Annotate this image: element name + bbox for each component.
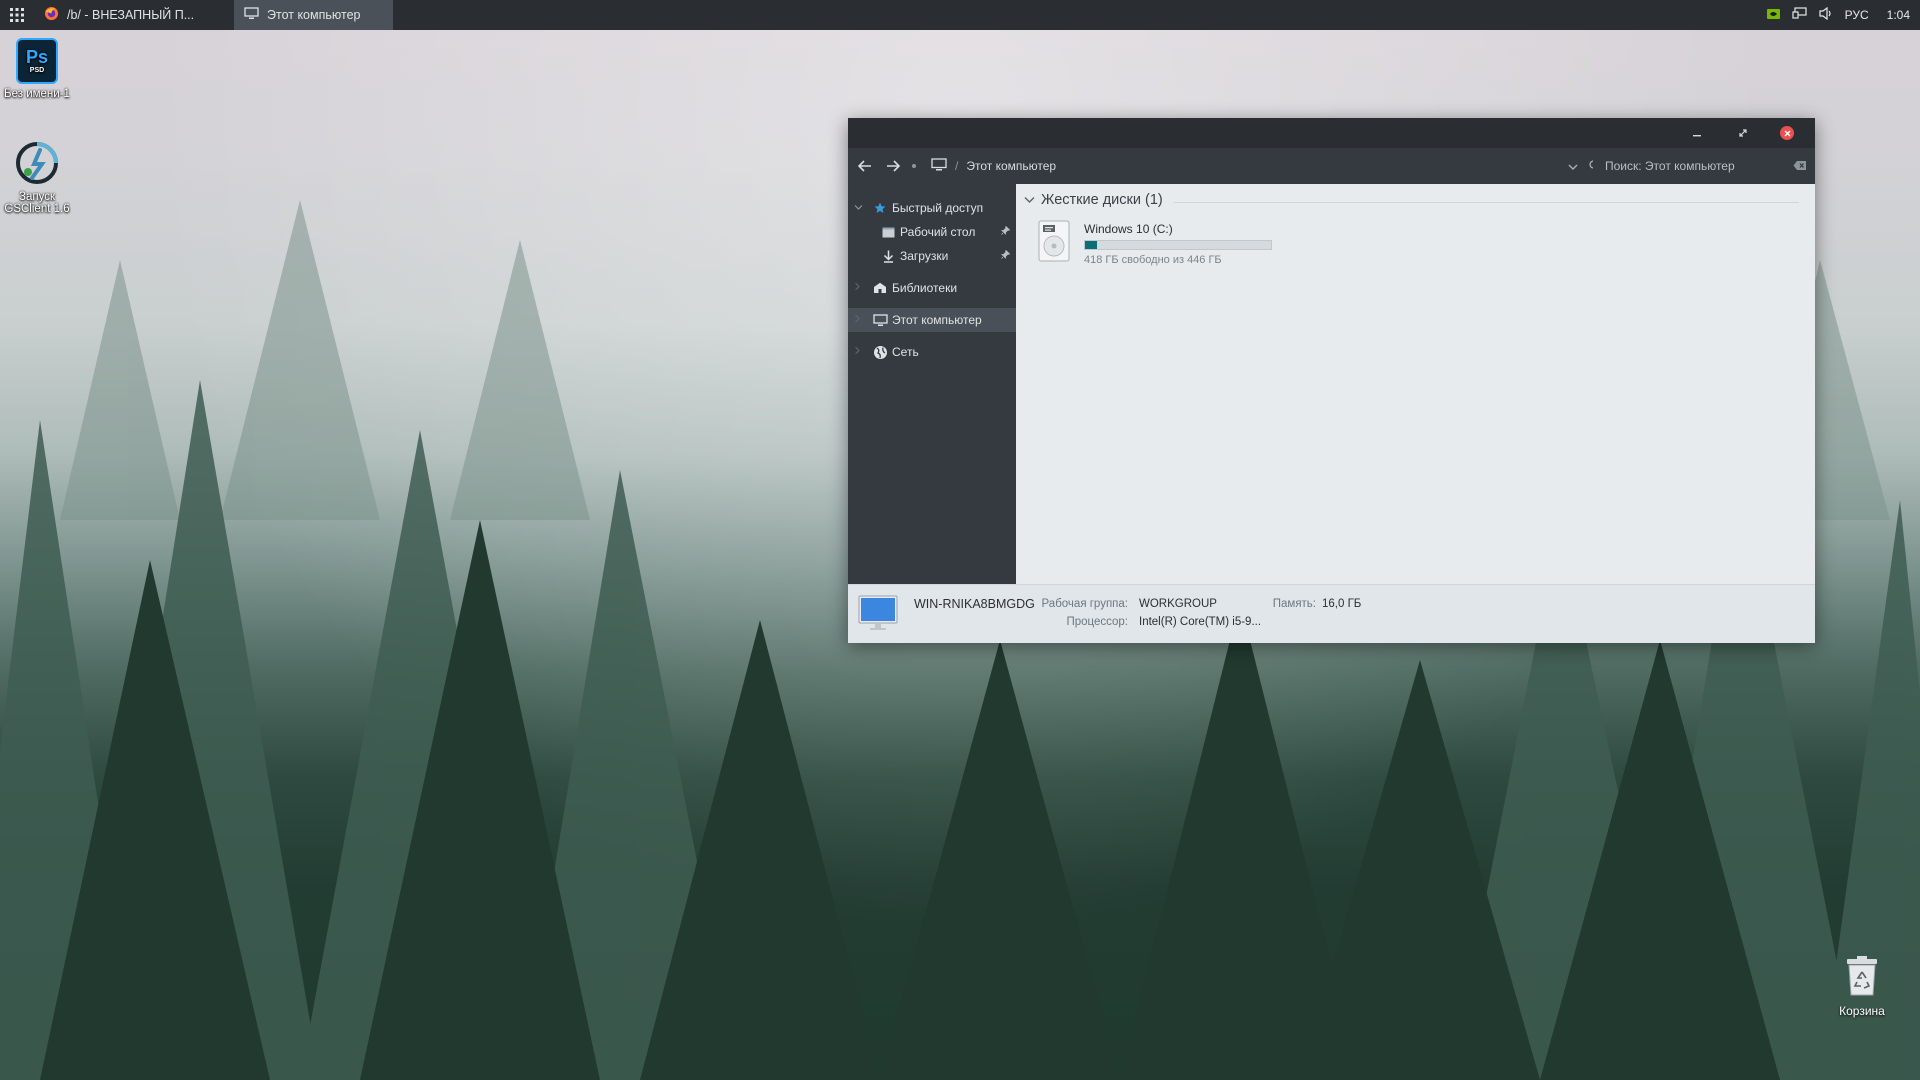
group-divider <box>1174 202 1799 203</box>
drive-free-space: 418 ГБ свободно из 446 ГБ <box>1084 254 1222 266</box>
content-pane: Жесткие диски (1) Windows 10 (C:) 418 ГБ… <box>1016 184 1815 584</box>
group-header-hard-drives[interactable]: Жесткие диски (1) <box>1024 192 1163 208</box>
computer-icon <box>931 158 947 174</box>
search-input[interactable]: Поиск: Этот компьютер <box>1593 148 1815 184</box>
forward-button[interactable] <box>879 152 907 180</box>
memory-value: 16,0 ГБ <box>1322 598 1362 610</box>
group-title: Жесткие диски (1) <box>1041 192 1163 208</box>
desktop-icon-recycle-bin[interactable]: Корзина <box>1824 955 1900 1018</box>
globe-network-icon <box>872 344 888 360</box>
desktop-icon-gsclient[interactable]: Запуск GSClient 1.6 <box>0 140 77 215</box>
workgroup-label: Рабочая группа: <box>1041 598 1128 610</box>
computer-icon <box>244 7 259 23</box>
taskbar-item-this-pc[interactable]: Этот компьютер <box>234 0 393 30</box>
pin-icon[interactable] <box>1001 249 1011 262</box>
search-placeholder: Поиск: Этот компьютер <box>1605 159 1735 173</box>
maximize-button[interactable] <box>1734 124 1752 142</box>
computer-large-icon <box>858 595 898 636</box>
drive-usage-fill <box>1085 241 1097 249</box>
libraries-icon <box>872 280 888 296</box>
nav-item-label: Сеть <box>892 345 919 359</box>
processor-value: Intel(R) Core(TM) i5-9... <box>1139 616 1262 628</box>
nav-item-label: Этот компьютер <box>892 313 982 327</box>
drive-usage-bar <box>1084 240 1272 250</box>
clear-search-icon[interactable] <box>1793 160 1807 174</box>
memory-label: Память: <box>1272 598 1316 610</box>
apps-grid-icon[interactable] <box>0 0 34 30</box>
language-indicator[interactable]: РУС <box>1845 8 1869 22</box>
pin-icon[interactable] <box>1001 225 1011 238</box>
nav-item-desktop[interactable]: Рабочий стол <box>848 220 1016 244</box>
volume-icon[interactable] <box>1819 6 1833 23</box>
clock[interactable]: 1:04 <box>1887 8 1910 22</box>
navigation-pane: Быстрый доступ Рабочий стол Загрузки Биб… <box>848 184 1016 584</box>
chevron-right-icon[interactable] <box>854 346 861 358</box>
breadcrumb-location[interactable]: Этот компьютер <box>966 159 1056 173</box>
firefox-icon <box>44 6 59 24</box>
close-button[interactable] <box>1780 126 1794 140</box>
nav-item-label: Библиотеки <box>892 281 958 295</box>
nav-item-downloads[interactable]: Загрузки <box>848 244 1016 268</box>
breadcrumb[interactable]: / Этот компьютер <box>931 158 1056 174</box>
back-button[interactable] <box>851 152 879 180</box>
nav-item-label: Загрузки <box>900 249 949 263</box>
minimize-button[interactable] <box>1688 124 1706 142</box>
nav-item-label: Быстрый доступ <box>892 201 984 215</box>
taskbar-item-label: /b/ - ВНЕЗАПНЫЙ П... <box>67 8 195 22</box>
processor-label: Процессор: <box>1066 616 1128 628</box>
workgroup-value: WORKGROUP <box>1139 598 1217 610</box>
chevron-right-icon[interactable] <box>854 282 861 294</box>
address-bar: / Этот компьютер Поиск: Этот компьютер <box>848 148 1815 184</box>
nav-item-network[interactable]: Сеть <box>848 340 1016 364</box>
nav-item-this-pc[interactable]: Этот компьютер <box>848 308 1016 332</box>
desktop-icon-psd-file[interactable]: Ps PSD Без имени-1 <box>0 38 77 100</box>
desktop-icon-label: Без имени-1 <box>4 88 70 100</box>
chevron-right-icon[interactable] <box>854 314 861 326</box>
network-icon[interactable] <box>1792 7 1807 23</box>
desktop-icon-label: Корзина <box>1839 1004 1885 1018</box>
recycle-bin-icon <box>1844 955 1880 1000</box>
details-pane: WIN-RNIKA8BMGDG Рабочая группа: WORKGROU… <box>848 584 1815 643</box>
window-titlebar[interactable] <box>848 118 1815 148</box>
desktop-icon-label: Запуск GSClient 1.6 <box>4 191 70 215</box>
system-tray: РУС 1:04 <box>1766 0 1920 30</box>
recent-locations-button[interactable] <box>907 152 921 180</box>
nav-item-libraries[interactable]: Библиотеки <box>848 276 1016 300</box>
star-icon <box>872 200 888 216</box>
address-dropdown-icon[interactable] <box>1568 159 1578 174</box>
taskbar-item-label: Этот компьютер <box>267 8 361 22</box>
chevron-down-icon[interactable] <box>1024 192 1035 208</box>
chevron-down-icon[interactable] <box>854 203 863 214</box>
explorer-window: / Этот компьютер Поиск: Этот компьютер Б… <box>848 118 1815 643</box>
breadcrumb-separator: / <box>955 159 959 173</box>
taskbar-item-firefox[interactable]: /b/ - ВНЕЗАПНЫЙ П... <box>34 0 234 30</box>
hard-drive-icon <box>1038 220 1070 265</box>
drive-name: Windows 10 (C:) <box>1084 222 1173 236</box>
download-arrow-icon <box>880 248 896 264</box>
nvidia-icon[interactable] <box>1766 8 1780 22</box>
drive-item-c[interactable]: Windows 10 (C:) 418 ГБ свободно из 446 Г… <box>1038 220 1298 272</box>
taskbar: /b/ - ВНЕЗАПНЫЙ П... Этот компьютер РУС … <box>0 0 1920 30</box>
desktop-folder-icon <box>880 224 896 240</box>
nav-item-quick-access[interactable]: Быстрый доступ <box>848 196 1016 220</box>
computer-icon <box>872 312 888 328</box>
nav-item-label: Рабочий стол <box>900 225 976 239</box>
gsclient-icon <box>14 140 60 189</box>
photoshop-psd-icon: Ps PSD <box>16 38 58 84</box>
